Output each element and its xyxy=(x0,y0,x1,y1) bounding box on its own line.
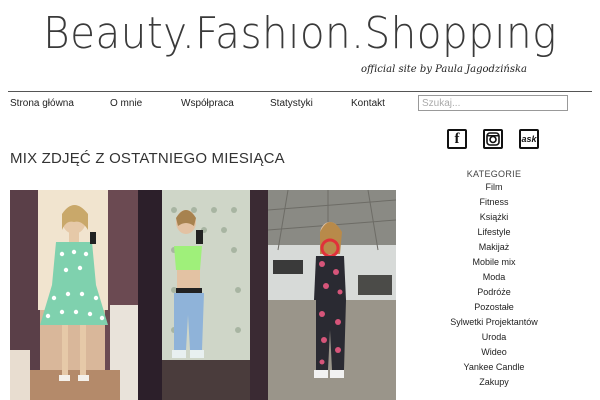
nav-item-about[interactable]: O mnie xyxy=(110,98,142,109)
photo-mix xyxy=(10,190,396,400)
header-divider xyxy=(8,91,592,92)
section-title[interactable]: MIX ZDJĘĆ Z OSTATNIEGO MIESIĄCA xyxy=(10,150,285,167)
nav-item-cooperation[interactable]: Współpraca xyxy=(181,98,234,109)
nav-item-statistics[interactable]: Statystyki xyxy=(270,98,313,109)
categories-widget: KATEGORIE Film Fitness Książki Lifestyle… xyxy=(430,168,558,390)
instagram-icon xyxy=(483,129,503,149)
ask-link[interactable]: ask xyxy=(519,129,539,149)
category-link[interactable]: Fitness xyxy=(430,195,558,210)
nav-item-home[interactable]: Strona główna xyxy=(10,98,74,109)
facebook-link[interactable]: f xyxy=(447,129,467,149)
category-link[interactable]: Uroda xyxy=(430,330,558,345)
category-link[interactable]: Makijaż xyxy=(430,240,558,255)
instagram-link[interactable] xyxy=(483,129,503,149)
photo-airport-outfit[interactable] xyxy=(268,190,396,400)
category-link[interactable]: Zakupy xyxy=(430,375,558,390)
category-link[interactable]: Sylwetki Projektantów xyxy=(430,315,558,330)
facebook-icon: f xyxy=(447,129,467,149)
category-link[interactable]: Moda xyxy=(430,270,558,285)
category-link[interactable]: Podróże xyxy=(430,285,558,300)
site-subtitle: official site by Paula Jagodzińska xyxy=(361,64,527,75)
category-link[interactable]: Lifestyle xyxy=(430,225,558,240)
nav-item-contact[interactable]: Kontakt xyxy=(351,98,385,109)
category-link[interactable]: Pozostałe xyxy=(430,300,558,315)
category-link[interactable]: Mobile mix xyxy=(430,255,558,270)
photo-polka-dress[interactable] xyxy=(10,190,138,400)
category-link[interactable]: Książki xyxy=(430,210,558,225)
photo-sport-outfit[interactable] xyxy=(138,190,268,400)
category-link[interactable]: Wideo xyxy=(430,345,558,360)
site-title[interactable]: Beauty.Fashıon.Shoppıng xyxy=(24,8,576,59)
ask-icon: ask xyxy=(519,129,539,149)
category-link[interactable]: Film xyxy=(430,180,558,195)
category-link[interactable]: Yankee Candle xyxy=(430,360,558,375)
categories-list: Film Fitness Książki Lifestyle Makijaż M… xyxy=(430,180,558,390)
categories-heading: KATEGORIE xyxy=(466,169,522,179)
search-input[interactable] xyxy=(418,95,568,111)
